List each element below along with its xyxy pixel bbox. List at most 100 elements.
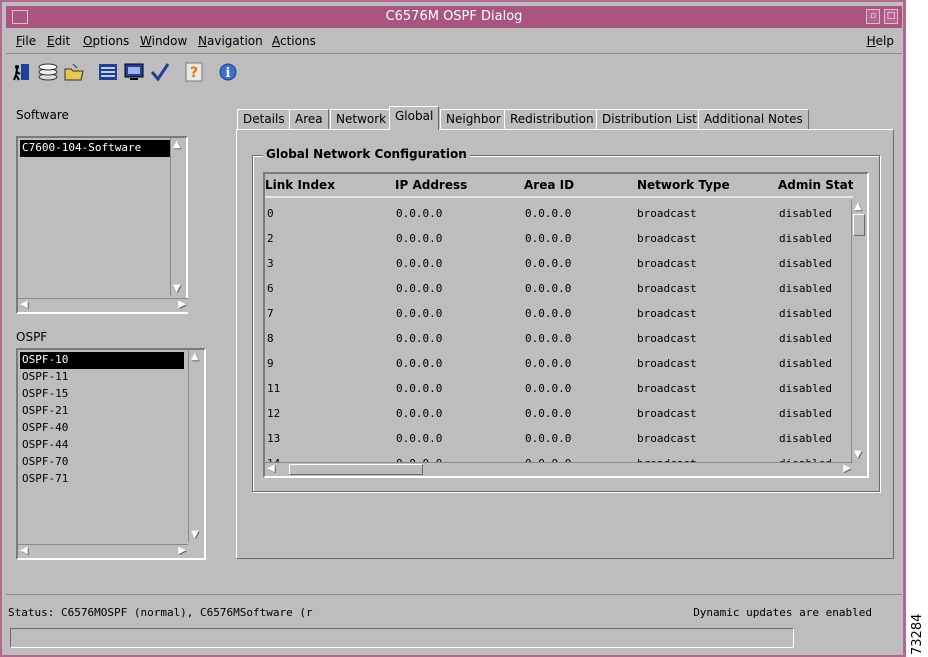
column-link-index[interactable]: Link Index	[265, 178, 335, 192]
cell-admin-status: disabled	[779, 207, 832, 220]
menu-actions[interactable]: Actions	[272, 34, 316, 48]
stack-icon[interactable]	[36, 60, 60, 84]
table-horizontal-scrollbar[interactable]: ◀ ▶	[265, 462, 853, 476]
table-row[interactable]: 13 0.0.0.0 0.0.0.0 broadcast disabled	[265, 425, 853, 450]
scroll-right-icon[interactable]: ▶	[843, 464, 851, 474]
list-item[interactable]: OSPF-11	[20, 369, 184, 386]
table-vertical-scrollbar[interactable]: ▲ ▼	[851, 200, 867, 462]
column-admin-status[interactable]: Admin Statu	[778, 178, 853, 192]
table-header: Link Index IP Address Area ID Network Ty…	[265, 174, 853, 198]
list-item[interactable]: OSPF-10	[20, 352, 184, 369]
list-item[interactable]: OSPF-40	[20, 420, 184, 437]
column-area-id[interactable]: Area ID	[524, 178, 574, 192]
table-row[interactable]: 140.0.0.00.0.0.0broadcastdisabled	[265, 450, 853, 462]
table-row[interactable]: 8 0.0.0.0 0.0.0.0 broadcast disabled	[265, 325, 853, 350]
menu-help[interactable]: Help	[867, 34, 894, 48]
software-list[interactable]: C7600-104-Software ▲ ▼ ◀ ▶	[16, 136, 188, 314]
cell-link-index: 0	[267, 207, 274, 220]
cell-link-index: 11	[267, 382, 281, 395]
ospf-horizontal-scrollbar[interactable]: ◀ ▶	[18, 544, 188, 558]
tab-details[interactable]: Details	[237, 109, 291, 130]
cell-area-id: 0.0.0.0	[525, 357, 572, 370]
dynamic-updates-text: Dynamic updates are enabled	[693, 606, 872, 619]
tab-global[interactable]: Global	[389, 106, 440, 130]
monitor-icon[interactable]	[122, 60, 146, 84]
maximize-icon[interactable]: □	[884, 9, 898, 24]
list-item[interactable]: OSPF-71	[20, 471, 184, 488]
tab-redistribution[interactable]: Redistribution	[504, 109, 600, 130]
cell-link-index: 2	[267, 232, 274, 245]
table-body: 0 0.0.0.0 0.0.0.0 broadcast disabled 2 0.0.0.0…	[265, 200, 853, 462]
software-horizontal-scrollbar[interactable]: ◀ ▶	[18, 298, 188, 312]
cell-area-id: 0.0.0.0	[525, 232, 572, 245]
table-row[interactable]: 0 0.0.0.0 0.0.0.0 broadcast disabled	[265, 200, 853, 225]
cell-ip-address: 0.0.0.0	[396, 282, 443, 295]
menu-edit[interactable]: Edit	[47, 34, 70, 48]
table-row[interactable]: 7 0.0.0.0 0.0.0.0 broadcast disabled	[265, 300, 853, 325]
status-text: Status: C6576MOSPF (normal), C6576MSoftw…	[8, 606, 313, 619]
list-item[interactable]: OSPF-21	[20, 403, 184, 420]
scroll-up-icon[interactable]: ▲	[854, 202, 862, 212]
list-item[interactable]: OSPF-70	[20, 454, 184, 471]
progress-field	[10, 628, 794, 648]
software-label: Software	[16, 108, 69, 122]
cell-network-type: broadcast	[637, 332, 697, 345]
menu-options[interactable]: Options	[83, 34, 129, 48]
scroll-up-icon[interactable]: ▲	[173, 140, 181, 150]
help-question-icon[interactable]: ?	[182, 60, 206, 84]
software-vertical-scrollbar[interactable]: ▲ ▼	[170, 138, 186, 296]
scroll-left-icon[interactable]: ◀	[267, 464, 275, 474]
svg-text:i: i	[226, 66, 231, 81]
menu-window[interactable]: Window	[140, 34, 187, 48]
global-network-table[interactable]: Link Index IP Address Area ID Network Ty…	[263, 172, 869, 478]
column-network-type[interactable]: Network Type	[637, 178, 730, 192]
info-icon[interactable]: i	[216, 60, 240, 84]
tab-additional-notes[interactable]: Additional Notes	[698, 109, 809, 130]
scroll-down-icon[interactable]: ▼	[854, 450, 862, 460]
tab-area[interactable]: Area	[289, 109, 329, 130]
table-row[interactable]: 6 0.0.0.0 0.0.0.0 broadcast disabled	[265, 275, 853, 300]
menu-navigation[interactable]: Navigation	[198, 34, 263, 48]
cell-network-type: broadcast	[637, 257, 697, 270]
column-ip-address[interactable]: IP Address	[395, 178, 467, 192]
table-row[interactable]: 11 0.0.0.0 0.0.0.0 broadcast disabled	[265, 375, 853, 400]
menu-file[interactable]: File	[16, 34, 36, 48]
list-icon[interactable]	[96, 60, 120, 84]
window-menu-icon[interactable]	[12, 10, 28, 24]
scroll-left-icon[interactable]: ◀	[20, 546, 28, 556]
scroll-down-icon[interactable]: ▼	[173, 284, 181, 294]
cell-network-type: broadcast	[637, 232, 697, 245]
scroll-left-icon[interactable]: ◀	[20, 300, 28, 310]
title-bar[interactable]: C6576M OSPF Dialog ▫ □	[6, 6, 902, 28]
scroll-right-icon[interactable]: ▶	[178, 300, 186, 310]
cell-area-id: 0.0.0.0	[525, 282, 572, 295]
list-item[interactable]: C7600-104-Software	[20, 140, 184, 157]
person-door-icon[interactable]	[10, 60, 34, 84]
table-row[interactable]: 12 0.0.0.0 0.0.0.0 broadcast disabled	[265, 400, 853, 425]
cell-area-id: 0.0.0.0	[525, 407, 572, 420]
table-row[interactable]: 9 0.0.0.0 0.0.0.0 broadcast disabled	[265, 350, 853, 375]
tab-neighbor[interactable]: Neighbor	[440, 109, 507, 130]
cell-area-id: 0.0.0.0	[525, 382, 572, 395]
scroll-up-icon[interactable]: ▲	[191, 352, 199, 362]
ospf-list[interactable]: OSPF-10 OSPF-11 OSPF-15 OSPF-21 OSPF-40 …	[16, 348, 206, 560]
folder-icon[interactable]	[62, 60, 86, 84]
table-row[interactable]: 3 0.0.0.0 0.0.0.0 broadcast disabled	[265, 250, 853, 275]
table-row[interactable]: 2 0.0.0.0 0.0.0.0 broadcast disabled	[265, 225, 853, 250]
list-item[interactable]: OSPF-44	[20, 437, 184, 454]
list-item[interactable]: OSPF-15	[20, 386, 184, 403]
global-network-config-group: Global Network Configuration Link Index …	[252, 147, 880, 492]
scroll-thumb[interactable]	[853, 214, 865, 236]
ospf-vertical-scrollbar[interactable]: ▲ ▼	[188, 350, 204, 542]
scroll-down-icon[interactable]: ▼	[191, 530, 199, 540]
cell-ip-address: 0.0.0.0	[396, 407, 443, 420]
cell-network-type: broadcast	[637, 282, 697, 295]
scroll-right-icon[interactable]: ▶	[178, 546, 186, 556]
tab-network[interactable]: Network	[330, 109, 393, 130]
checkmark-icon[interactable]	[148, 60, 172, 84]
minimize-icon[interactable]: ▫	[866, 9, 880, 24]
scroll-thumb[interactable]	[289, 464, 423, 475]
cell-link-index: 6	[267, 282, 274, 295]
tab-distribution-list[interactable]: Distribution List	[596, 109, 703, 130]
cell-link-index: 3	[267, 257, 274, 270]
